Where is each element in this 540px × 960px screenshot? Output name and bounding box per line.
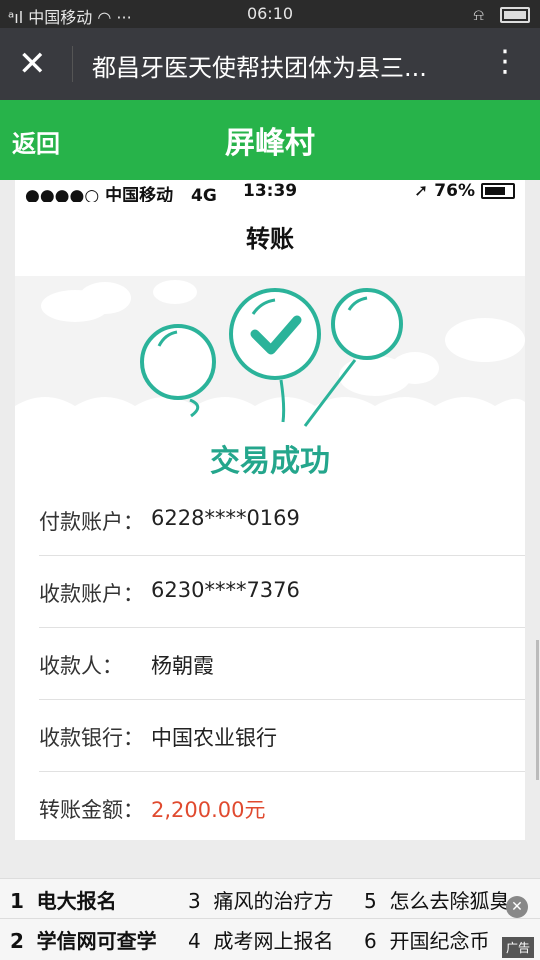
ad-link[interactable]: 6 开国纪念币	[364, 925, 489, 954]
close-icon[interactable]: ✕	[18, 44, 47, 84]
ad-link[interactable]: 4 成考网上报名	[188, 925, 333, 954]
transfer-screenshot: ●●●●○ 中国移动 4G 13:39 ➚ 76% 转账 交易成功 付款账户： …	[15, 180, 525, 840]
clock: 06:10	[246, 4, 294, 23]
battery-icon	[500, 7, 530, 23]
page-title: 都昌牙医天使帮扶团体为县三...	[92, 54, 427, 82]
location-arrow-icon: ➚	[414, 181, 429, 201]
detail-row-payee: 收款人： 杨朝霞	[39, 628, 525, 700]
mute-bell-icon: ⍾	[473, 5, 484, 24]
transfer-details: 付款账户： 6228****0169 收款账户： 6230****7376 收款…	[15, 484, 525, 840]
scrollbar[interactable]	[536, 640, 539, 780]
ad-link[interactable]: 5 怎么去除狐臭	[364, 885, 509, 914]
more-menu-icon[interactable]: ⋮	[490, 42, 520, 82]
system-status-bar: ᵃıl 中国移动 ◠ ··· 06:10 ⍾	[0, 0, 540, 28]
ad-banner: 1 电大报名 3 痛风的治疗方 5 怎么去除狐臭 2 学信网可查学 4 成考网上…	[0, 878, 540, 960]
detail-row-payer-account: 付款账户： 6228****0169	[39, 484, 525, 556]
divider	[72, 46, 73, 82]
ad-row: 1 电大报名 3 痛风的治疗方 5 怎么去除狐臭	[0, 878, 540, 918]
transfer-title: 转账	[15, 202, 525, 277]
inner-battery-icon	[481, 183, 515, 199]
detail-row-payee-account: 收款账户： 6230****7376	[39, 556, 525, 628]
success-banner: 交易成功	[15, 276, 525, 484]
inner-battery-percent: 76%	[434, 181, 475, 201]
inner-status-bar: ●●●●○ 中国移动 4G 13:39 ➚ 76%	[15, 180, 525, 206]
success-text: 交易成功	[210, 444, 330, 479]
ad-link[interactable]: 2 学信网可查学	[10, 925, 157, 954]
detail-row-amount: 转账金额： 2,200.00元	[39, 772, 525, 843]
webview-header: ✕ 都昌牙医天使帮扶团体为县三... ⋮	[0, 28, 540, 100]
ad-close-icon[interactable]: ✕	[506, 896, 528, 918]
detail-row-bank: 收款银行： 中国农业银行	[39, 700, 525, 772]
site-title: 屏峰村	[225, 126, 315, 161]
ad-link[interactable]: 3 痛风的治疗方	[188, 885, 333, 914]
ad-tag: 广告	[501, 937, 534, 958]
site-header: 返回 屏峰村	[0, 100, 540, 180]
inner-time: 13:39	[243, 181, 298, 201]
ad-row: 2 学信网可查学 4 成考网上报名 6 开国纪念币	[0, 918, 540, 958]
ad-link[interactable]: 1 电大报名	[10, 885, 117, 914]
amount-value: 2,200.00元	[151, 798, 266, 822]
